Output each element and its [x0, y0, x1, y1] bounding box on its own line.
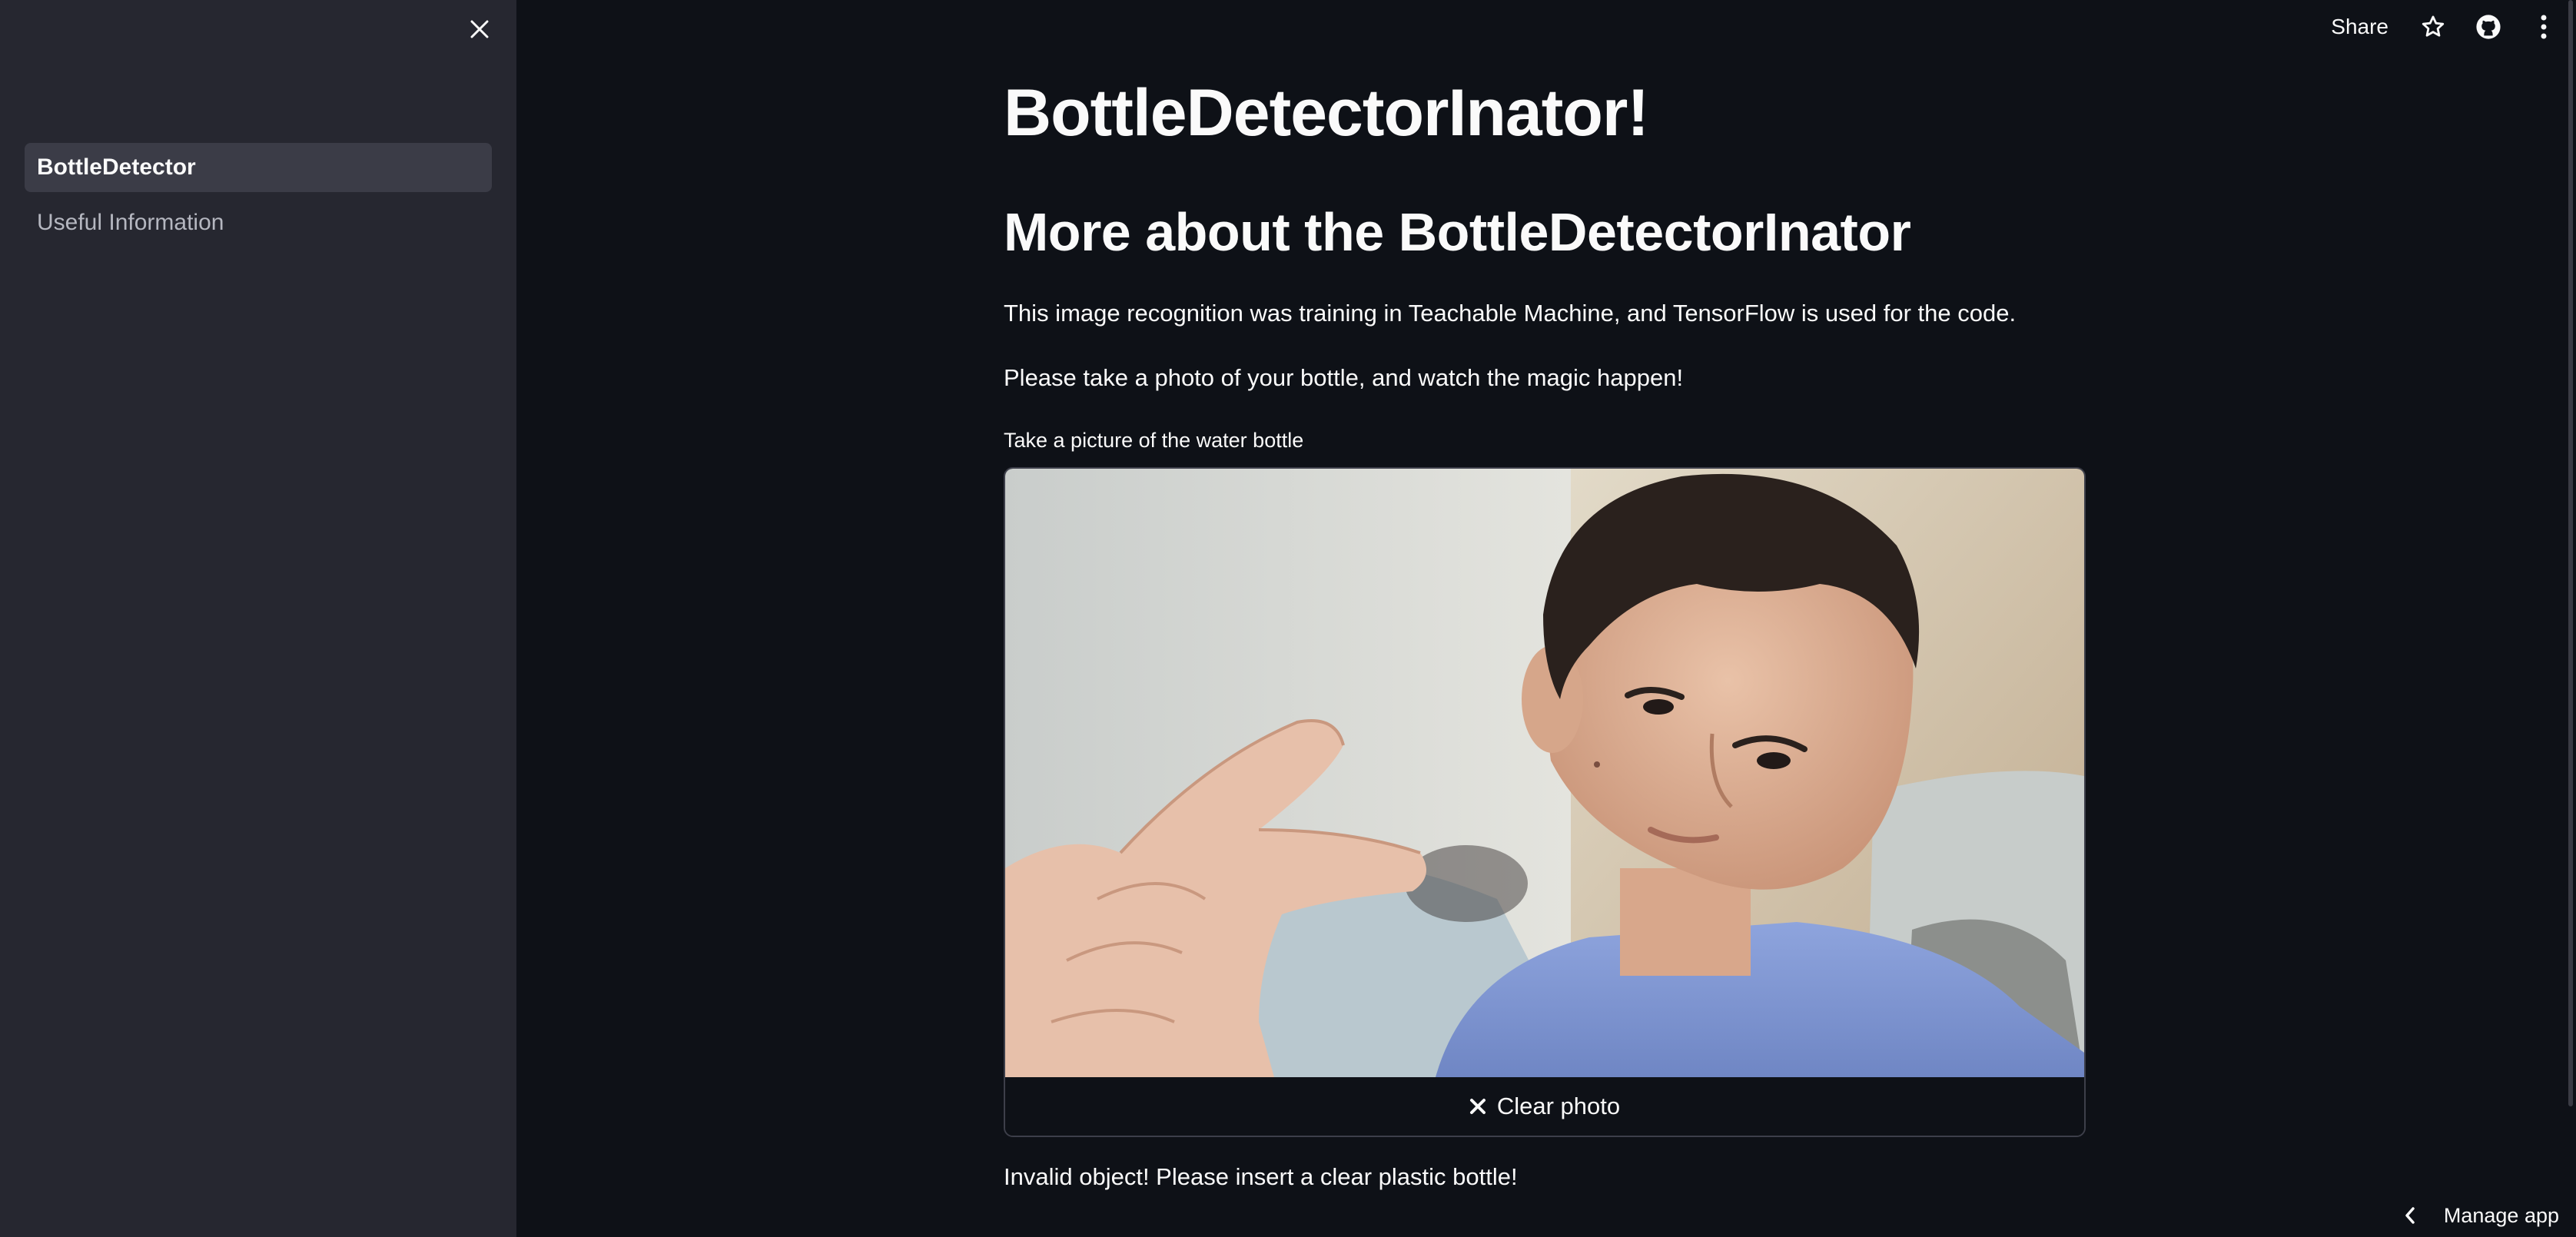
- sidebar-item-useful-information[interactable]: Useful Information: [25, 198, 492, 247]
- camera-input[interactable]: Clear photo: [1004, 467, 2086, 1137]
- more-vertical-icon[interactable]: [2528, 12, 2559, 42]
- sidebar-item-bottledetector[interactable]: BottleDetector: [25, 143, 492, 192]
- sidebar-nav: BottleDetector Useful Information: [25, 143, 492, 254]
- star-icon[interactable]: [2418, 12, 2448, 42]
- close-icon[interactable]: [464, 14, 495, 45]
- captured-photo: [1005, 469, 2084, 1077]
- close-icon: [1469, 1098, 1486, 1115]
- manage-app-label: Manage app: [2443, 1203, 2559, 1227]
- github-icon[interactable]: [2473, 12, 2504, 42]
- clear-photo-label: Clear photo: [1496, 1093, 1621, 1119]
- section-heading: More about the BottleDetectorInator: [1004, 202, 1911, 262]
- share-button[interactable]: Share: [2331, 15, 2388, 39]
- clear-photo-button[interactable]: Clear photo: [1005, 1077, 2084, 1136]
- chevron-left-icon: [2404, 1206, 2416, 1225]
- instruction-paragraph: Please take a photo of your bottle, and …: [1004, 364, 1684, 391]
- camera-input-label: Take a picture of the water bottle: [1004, 429, 1304, 452]
- page-title: BottleDetectorInator!: [1004, 76, 1649, 150]
- top-toolbar: Share: [2331, 0, 2576, 54]
- manage-app-button[interactable]: Manage app: [2404, 1194, 2559, 1237]
- sidebar: BottleDetector Useful Information: [0, 0, 516, 1237]
- scrollbar[interactable]: [2568, 0, 2573, 1106]
- result-message: Invalid object! Please insert a clear pl…: [1004, 1163, 1518, 1190]
- description-paragraph: This image recognition was training in T…: [1004, 300, 2017, 327]
